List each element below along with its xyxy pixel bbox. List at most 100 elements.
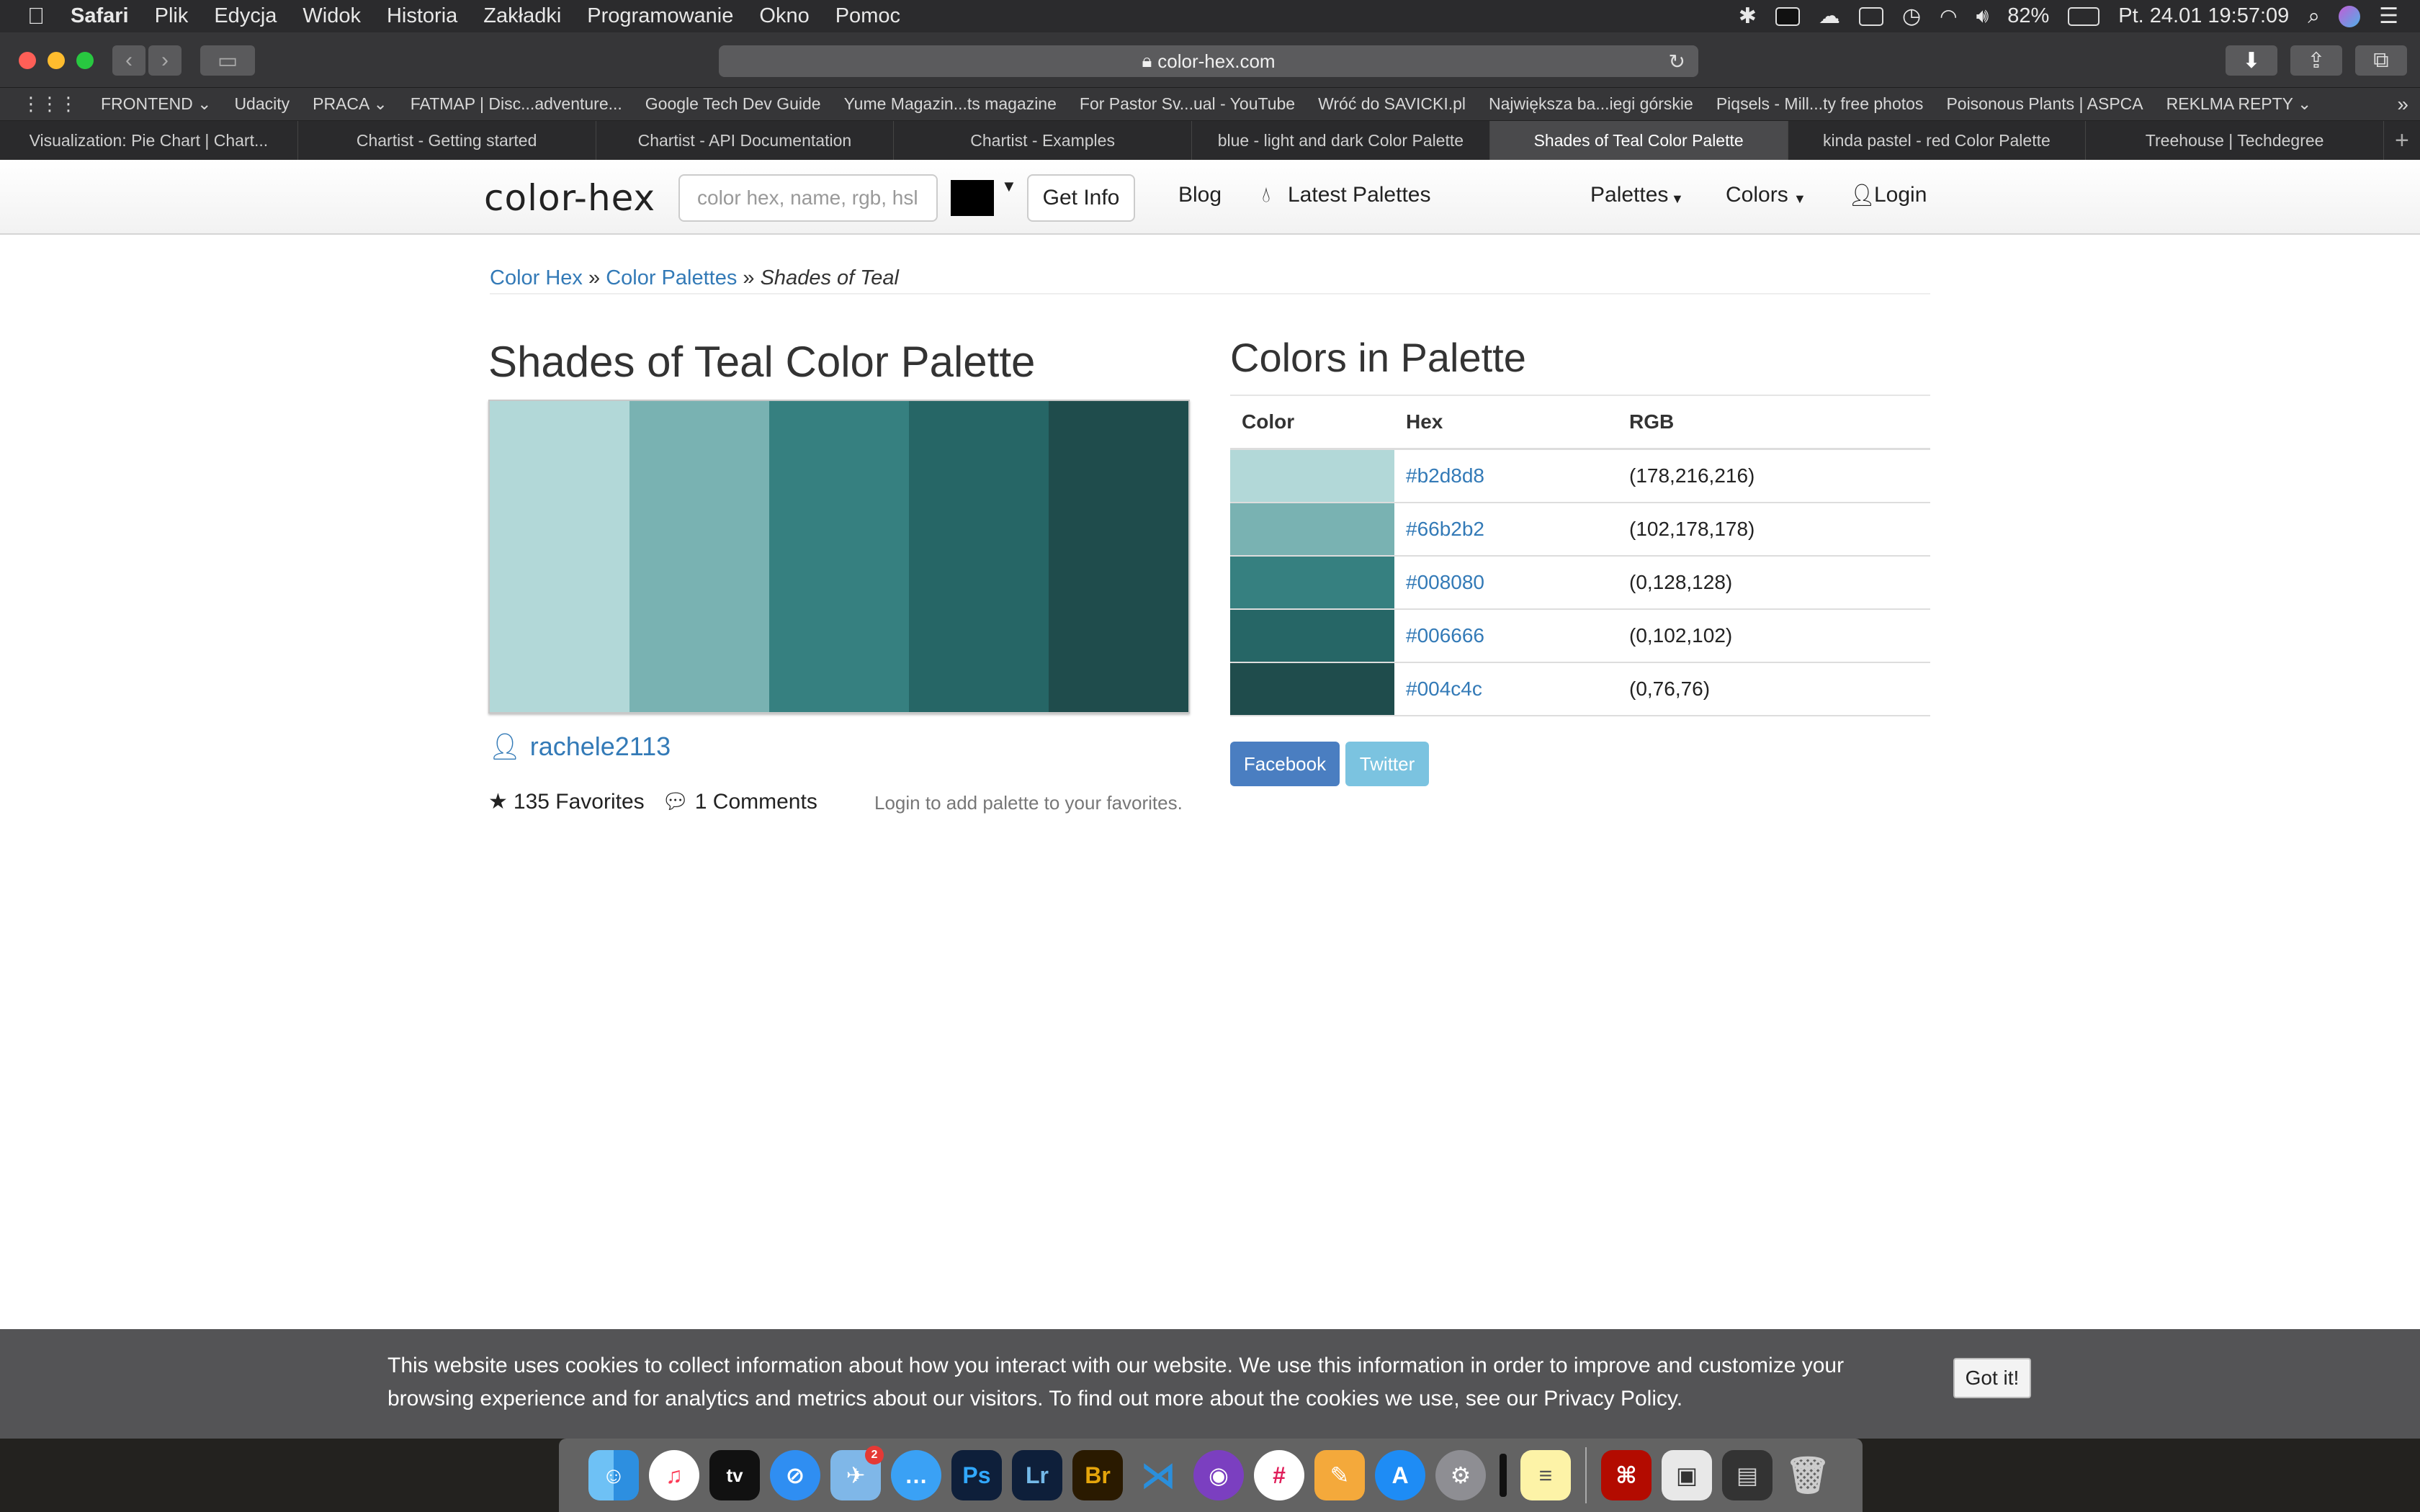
twitter-share-button[interactable]: Twitter — [1345, 742, 1429, 786]
palette-author[interactable]: 👤︎ rachele2113 — [488, 732, 671, 762]
reload-icon[interactable]: ↻ — [1669, 50, 1685, 73]
color-swatch[interactable] — [1230, 449, 1394, 502]
notification-center-icon[interactable]: ☰ — [2379, 4, 2398, 29]
cookie-accept-button[interactable]: Got it! — [1953, 1358, 2031, 1398]
browser-tab[interactable]: Visualization: Pie Chart | Chart... — [0, 121, 298, 160]
bookmark-item[interactable]: PRACA ⌄ — [313, 94, 387, 114]
bookmark-item[interactable]: Yume Magazin...ts magazine — [844, 94, 1057, 114]
trash-icon[interactable]: 🗑︎ — [1783, 1450, 1833, 1500]
bookmark-item[interactable]: Google Tech Dev Guide — [645, 94, 821, 114]
color-swatch[interactable] — [1230, 503, 1394, 555]
zoom-window-icon[interactable] — [76, 52, 94, 69]
browser-tab[interactable]: Treehouse | Techdegree — [2086, 121, 2384, 160]
nav-latest-palettes[interactable]: Latest Palettes — [1288, 183, 1430, 207]
menu-okno[interactable]: Okno — [759, 4, 809, 28]
nav-palettes[interactable]: Palettes — [1590, 183, 1668, 207]
bookmark-item[interactable]: Największa ba...iegi górskie — [1489, 94, 1693, 114]
activity-icon[interactable]: ▤ — [1722, 1450, 1773, 1500]
menu-safari[interactable]: Safari — [71, 4, 129, 28]
color-swatch[interactable] — [1230, 556, 1394, 608]
minimize-window-icon[interactable] — [48, 52, 65, 69]
battery-icon[interactable] — [2068, 6, 2100, 26]
address-bar[interactable]: 🔒︎ color-hex.com ↻ — [719, 45, 1698, 77]
breadcrumb-home[interactable]: Color Hex — [490, 266, 583, 289]
apple-icon[interactable]:  — [27, 3, 45, 30]
menu-zakladki[interactable]: Zakładki — [483, 4, 561, 28]
slack-icon[interactable]: # — [1254, 1450, 1304, 1500]
spotlight-icon[interactable]: ⌕ — [2308, 4, 2320, 29]
settings-icon[interactable]: ⚙ — [1435, 1450, 1486, 1500]
menu-historia[interactable]: Historia — [387, 4, 457, 28]
status-app-icon[interactable]: ✱ — [1739, 4, 1757, 29]
display-icon[interactable] — [1775, 6, 1800, 26]
hex-link[interactable]: #b2d8d8 — [1406, 464, 1484, 487]
color-picker-swatch[interactable] — [951, 180, 994, 216]
new-tab-button[interactable]: + — [2384, 121, 2420, 160]
share-button[interactable]: ⇪ — [2290, 45, 2342, 76]
vscode-icon[interactable]: ⋊ — [1133, 1450, 1183, 1500]
sidebar-toggle-button[interactable]: ▭ — [200, 45, 255, 76]
downloads-button[interactable]: ⬇ — [2226, 45, 2277, 76]
lightroom-icon[interactable]: Lr — [1012, 1450, 1062, 1500]
github-icon[interactable]: ◉ — [1193, 1450, 1244, 1500]
tab-overview-button[interactable]: ⧉ — [2355, 45, 2407, 76]
airplay-icon[interactable] — [1858, 6, 1883, 26]
bookmarks-overflow-icon[interactable]: » — [2397, 93, 2408, 116]
appstore-icon[interactable]: A — [1375, 1450, 1425, 1500]
safari-icon[interactable]: ⊘ — [770, 1450, 820, 1500]
nav-login[interactable]: Login — [1874, 183, 1927, 207]
caret-down-icon[interactable]: ▼ — [1001, 177, 1017, 196]
browser-tab[interactable]: kinda pastel - red Color Palette — [1788, 121, 2087, 160]
palette-stripe[interactable] — [1049, 401, 1188, 712]
apps-grid-icon[interactable]: ⋮⋮⋮ — [22, 93, 78, 115]
browser-tab[interactable]: Chartist - Examples — [894, 121, 1192, 160]
back-button[interactable]: ‹ — [112, 45, 145, 76]
color-swatch[interactable] — [1230, 609, 1394, 662]
bookmark-item[interactable]: FRONTEND ⌄ — [101, 94, 211, 114]
menu-plik[interactable]: Plik — [155, 4, 189, 28]
hex-link[interactable]: #008080 — [1406, 571, 1484, 593]
caret-down-icon[interactable]: ▼ — [1793, 192, 1806, 207]
menu-edycja[interactable]: Edycja — [214, 4, 277, 28]
menu-widok[interactable]: Widok — [302, 4, 361, 28]
hex-link[interactable]: #004c4c — [1406, 678, 1482, 700]
hex-link[interactable]: #66b2b2 — [1406, 518, 1484, 540]
bookmark-item[interactable]: Wróć do SAVICKI.pl — [1318, 94, 1466, 114]
breadcrumb-palettes[interactable]: Color Palettes — [606, 266, 737, 289]
close-window-icon[interactable] — [19, 52, 36, 69]
pages-icon[interactable]: ✎ — [1314, 1450, 1365, 1500]
bridge-icon[interactable]: Br — [1072, 1450, 1123, 1500]
preview-icon[interactable]: ▣ — [1662, 1450, 1712, 1500]
browser-tab[interactable]: Chartist - Getting started — [298, 121, 596, 160]
facebook-share-button[interactable]: Facebook — [1230, 742, 1340, 786]
browser-tab[interactable]: Chartist - API Documentation — [596, 121, 895, 160]
comments-count[interactable]: 1 Comments — [695, 790, 817, 814]
nav-blog[interactable]: Blog — [1178, 183, 1222, 207]
color-swatch[interactable] — [1230, 662, 1394, 715]
bookmark-item[interactable]: FATMAP | Disc...adventure... — [411, 94, 622, 114]
palette-stripe[interactable] — [629, 401, 769, 712]
nav-colors[interactable]: Colors — [1726, 183, 1788, 207]
volume-icon[interactable]: 🔊︎ — [1976, 4, 1989, 28]
music-icon[interactable]: ♫ — [649, 1450, 699, 1500]
bookmark-item[interactable]: For Pastor Sv...ual - YouTube — [1080, 94, 1295, 114]
bookmark-item[interactable]: REKLMA REPTY ⌄ — [2166, 94, 2312, 114]
browser-tab[interactable]: blue - light and dark Color Palette — [1192, 121, 1490, 160]
bookmark-item[interactable]: Udacity — [234, 94, 290, 114]
notes-icon[interactable]: ≡ — [1520, 1450, 1571, 1500]
clock[interactable]: Pt. 24.01 19:57:09 — [2118, 4, 2289, 28]
finder-icon[interactable]: ☺ — [588, 1450, 639, 1500]
time-machine-icon[interactable]: ◷ — [1902, 4, 1921, 29]
get-info-button[interactable]: Get Info — [1027, 174, 1135, 222]
wifi-icon[interactable]: ◠ — [1940, 4, 1957, 28]
color-search-input[interactable] — [678, 174, 938, 222]
caret-down-icon[interactable]: ▼ — [1671, 192, 1684, 207]
menu-programowanie[interactable]: Programowanie — [587, 4, 733, 28]
site-logo[interactable]: color-hex — [484, 177, 655, 219]
messages-icon[interactable]: … — [891, 1450, 941, 1500]
creative-cloud-icon[interactable]: ☁ — [1819, 4, 1840, 29]
acrobat-icon[interactable]: ⌘ — [1601, 1450, 1652, 1500]
browser-tab-active[interactable]: Shades of Teal Color Palette — [1489, 121, 1788, 160]
palette-stripe[interactable] — [769, 401, 909, 712]
photoshop-icon[interactable]: Ps — [951, 1450, 1002, 1500]
